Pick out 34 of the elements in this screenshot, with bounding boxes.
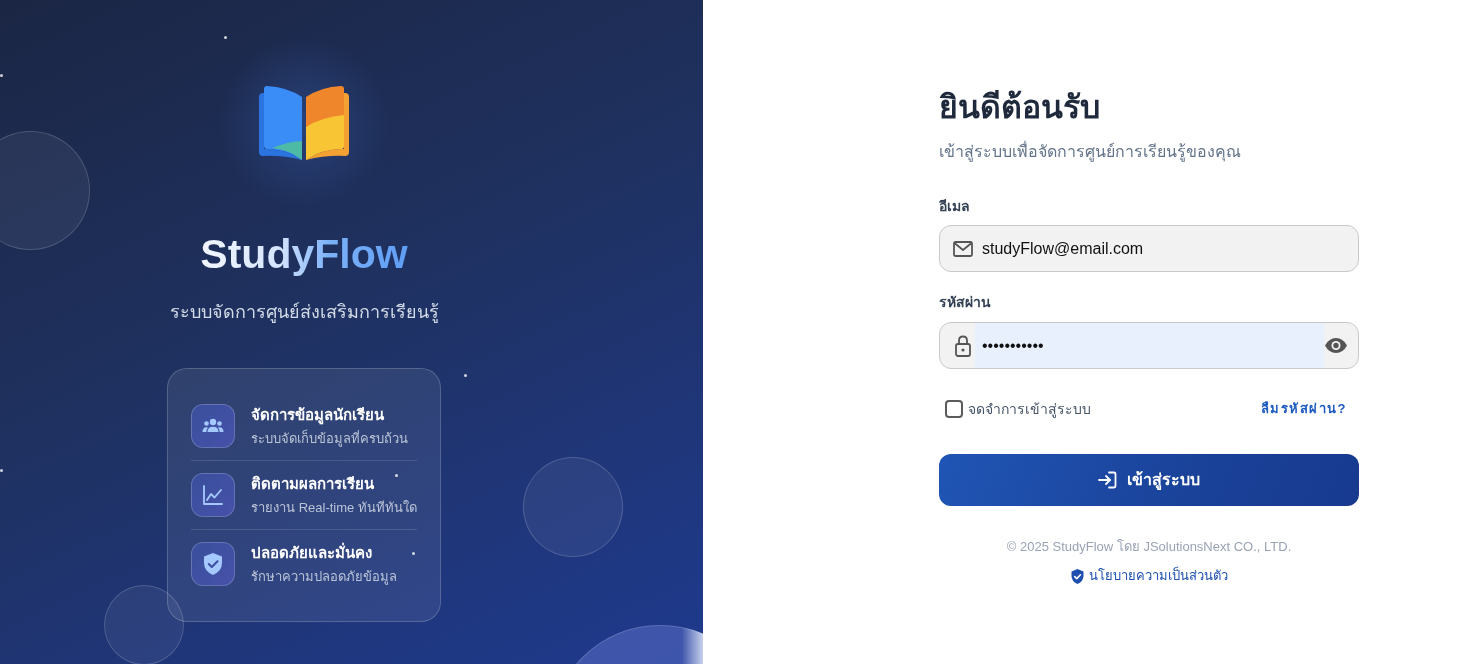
feature-title: ปลอดภัยและมั่นคง (251, 542, 373, 563)
field-label: อีเมล (939, 197, 970, 216)
star-dot (224, 36, 227, 39)
book-icon (256, 85, 352, 163)
line-chart-icon (191, 473, 236, 517)
password-field[interactable]: ••••••••••• (939, 322, 1359, 369)
star-dot (395, 474, 398, 477)
shield-check-icon (191, 542, 236, 586)
copyright-text: © 2025 StudyFlow โดย JSolutionsNext CO., LTD. (1006, 538, 1292, 556)
remember-checkbox[interactable] (945, 400, 963, 418)
feature-description: รักษาความปลอดภัยข้อมูล (251, 567, 398, 586)
feature-title: ติดตามผลการเรียน (251, 473, 375, 494)
people-icon (191, 404, 236, 448)
eye-icon[interactable] (1325, 338, 1347, 353)
password-input[interactable]: ••••••••••• (975, 323, 1324, 368)
remember-label[interactable]: จดจำการเข้าสู่ระบบ (968, 398, 1091, 420)
welcome-subtitle: เข้าสู่ระบบเพื่อจัดการศูนย์การเรียนรู้ของคุณ (939, 140, 1241, 164)
welcome-title: ยินดีต้อนรับ (939, 88, 1100, 126)
feature-description: รายงาน Real-time ทันทีทันใด (251, 498, 417, 517)
forgot-password-link[interactable]: ลืมรหัสผ่าน? (1260, 399, 1347, 419)
field-label: รหัสผ่าน (939, 293, 991, 312)
star-dot (0, 74, 3, 77)
sign-in-icon (1098, 471, 1117, 489)
brand-tagline: ระบบจัดการศูนย์ส่งเสริมการเรียนรู้ (169, 301, 439, 325)
star-dot (464, 374, 467, 377)
login-button[interactable]: เข้าสู่ระบบ (939, 454, 1359, 506)
star-dot (0, 469, 3, 472)
feature-description: ระบบจัดเก็บข้อมูลที่ครบถ้วน (251, 429, 409, 448)
privacy-policy-link[interactable]: นโยบายความเป็นส่วนตัว (1070, 566, 1228, 586)
feature-title: จัดการข้อมูลนักเรียน (251, 404, 385, 425)
shield-check-icon (1070, 568, 1084, 584)
mail-icon (953, 240, 973, 257)
lock-icon (955, 334, 971, 357)
star-dot (412, 552, 415, 555)
